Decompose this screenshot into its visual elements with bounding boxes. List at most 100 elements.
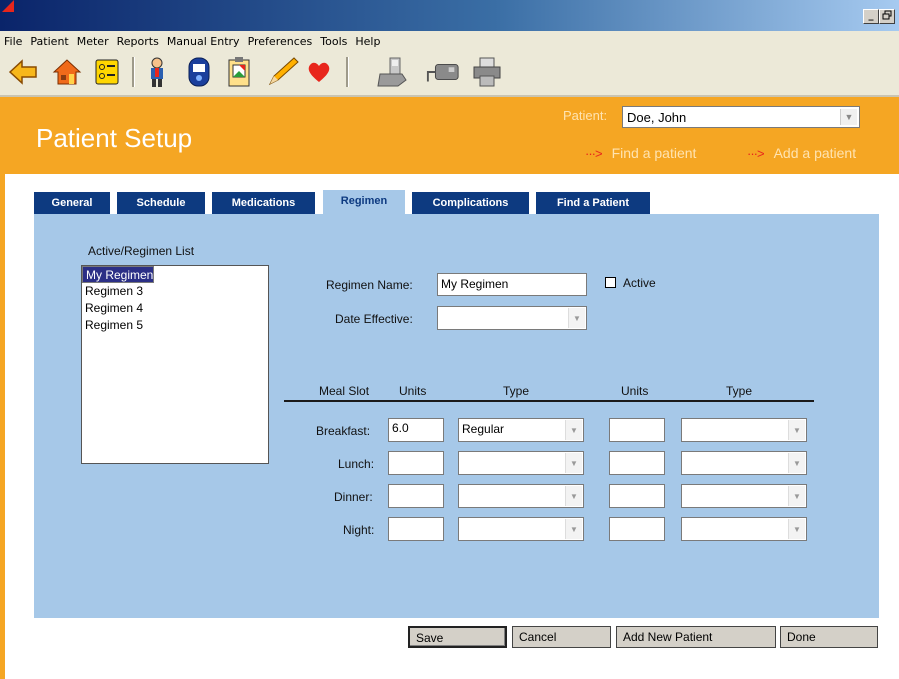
chevron-down-icon[interactable]: ▼ — [788, 420, 805, 440]
chevron-down-icon[interactable]: ▼ — [788, 453, 805, 473]
tab-complications[interactable]: Complications — [412, 192, 529, 214]
menu-reports[interactable]: Reports — [113, 35, 163, 48]
pencil-icon[interactable] — [266, 55, 300, 89]
back-arrow-icon[interactable] — [6, 55, 40, 89]
tab-schedule[interactable]: Schedule — [117, 192, 205, 214]
toolbar — [0, 51, 899, 97]
regimen-list-title: Active/Regimen List — [88, 244, 195, 258]
tab-regimen[interactable]: Regimen — [323, 190, 405, 214]
tab-general[interactable]: General — [34, 192, 110, 214]
breakfast-units-1-input[interactable]: 6.0 — [388, 418, 444, 442]
table-divider — [284, 400, 814, 402]
hand-device-icon[interactable] — [376, 55, 410, 89]
patient-label: Patient: — [563, 108, 608, 123]
home-icon[interactable] — [50, 55, 84, 89]
breakfast-units-2-input[interactable] — [609, 418, 665, 442]
minimize-button[interactable]: _ — [863, 9, 879, 24]
restore-icon — [882, 10, 892, 20]
meal-slot-lunch-label: Lunch: — [338, 457, 375, 471]
restore-button[interactable] — [879, 9, 895, 24]
window-controls: _ — [863, 9, 895, 24]
regimen-name-input[interactable]: My Regimen — [437, 273, 587, 296]
regimen-name-label: Regimen Name: — [326, 278, 413, 292]
night-units-2-input[interactable] — [609, 517, 665, 541]
menu-preferences[interactable]: Preferences — [244, 35, 317, 48]
dinner-type-2-select[interactable]: ▼ — [681, 484, 807, 508]
night-units-1-input[interactable] — [388, 517, 444, 541]
title-bar: _ — [0, 0, 899, 31]
chevron-down-icon[interactable]: ▼ — [565, 420, 582, 440]
tab-medications[interactable]: Medications — [212, 192, 315, 214]
chevron-down-icon[interactable]: ▼ — [568, 308, 585, 328]
toolbar-separator — [132, 57, 135, 87]
chevron-down-icon[interactable]: ▼ — [788, 486, 805, 506]
header-meal-slot: Meal Slot — [319, 384, 370, 398]
menu-file[interactable]: File — [0, 35, 26, 48]
meal-slot-night-label: Night: — [343, 523, 375, 537]
breakfast-type-2-select[interactable]: ▼ — [681, 418, 807, 442]
menu-meter[interactable]: Meter — [73, 35, 113, 48]
chevron-down-icon[interactable]: ▼ — [565, 519, 582, 539]
header-units-1: Units — [399, 384, 427, 398]
regimen-name-value: My Regimen — [441, 277, 509, 291]
breakfast-type-1-value: Regular — [462, 422, 505, 436]
lunch-type-1-select[interactable]: ▼ — [458, 451, 584, 475]
chevron-down-icon[interactable]: ▼ — [840, 109, 857, 125]
cancel-button[interactable]: Cancel — [512, 626, 611, 648]
heart-icon[interactable] — [302, 55, 336, 89]
patient-select-value: Doe, John — [627, 110, 687, 125]
done-button[interactable]: Done — [780, 626, 878, 648]
date-effective-select[interactable]: ▼ — [437, 306, 587, 330]
lunch-units-1-input[interactable] — [388, 451, 444, 475]
dotted-arrow-icon: ···> — [585, 146, 603, 161]
meal-slot-dinner-label: Dinner: — [334, 490, 373, 504]
add-new-patient-button[interactable]: Add New Patient — [616, 626, 776, 648]
chevron-down-icon[interactable]: ▼ — [565, 453, 582, 473]
breakfast-type-1-select[interactable]: Regular ▼ — [458, 418, 584, 442]
list-item[interactable]: Regimen 5 — [82, 317, 268, 334]
patient-select[interactable]: Doe, John ▼ — [622, 106, 860, 128]
meter-icon[interactable] — [182, 55, 216, 89]
app-icon — [2, 0, 14, 12]
list-item[interactable]: Regimen 4 — [82, 300, 268, 317]
add-patient-link[interactable]: ···> Add a patient — [747, 145, 856, 161]
chevron-down-icon[interactable]: ▼ — [565, 486, 582, 506]
date-effective-label: Date Effective: — [335, 312, 413, 326]
lunch-units-2-input[interactable] — [609, 451, 665, 475]
menu-tools[interactable]: Tools — [316, 35, 351, 48]
person-icon[interactable] — [140, 55, 174, 89]
header-type-1: Type — [503, 384, 530, 398]
page-title: Patient Setup — [36, 123, 193, 153]
header-units-2: Units — [621, 384, 649, 398]
lunch-type-2-select[interactable]: ▼ — [681, 451, 807, 475]
tab-find-a-patient[interactable]: Find a Patient — [536, 192, 650, 214]
list-item[interactable]: Regimen 3 — [82, 283, 268, 300]
dotted-arrow-icon: ···> — [747, 146, 765, 161]
regimen-list[interactable]: My Regimen Regimen 2 Regimen 3 Regimen 4… — [81, 265, 269, 464]
menu-manual-entry[interactable]: Manual Entry — [163, 35, 244, 48]
night-type-2-select[interactable]: ▼ — [681, 517, 807, 541]
list-item-selected[interactable]: My Regimen — [82, 266, 155, 283]
breakfast-units-1-value: 6.0 — [392, 421, 409, 435]
toolbar-separator — [346, 57, 349, 87]
meal-slot-breakfast-label: Breakfast: — [316, 424, 371, 438]
logbook-icon[interactable] — [222, 55, 256, 89]
left-accent-strip — [0, 174, 5, 679]
chevron-down-icon[interactable]: ▼ — [788, 519, 805, 539]
active-checkbox[interactable] — [605, 277, 616, 288]
device-cable-icon[interactable] — [426, 55, 460, 89]
find-patient-link-label: Find a patient — [611, 145, 697, 161]
night-type-1-select[interactable]: ▼ — [458, 517, 584, 541]
dinner-type-1-select[interactable]: ▼ — [458, 484, 584, 508]
dinner-units-1-input[interactable] — [388, 484, 444, 508]
find-patient-link[interactable]: ···> Find a patient — [585, 145, 696, 161]
dinner-units-2-input[interactable] — [609, 484, 665, 508]
printer-icon[interactable] — [470, 55, 504, 89]
menu-help[interactable]: Help — [351, 35, 384, 48]
app-window: _ File Patient Meter Reports Manual Entr… — [0, 0, 899, 679]
list-icon[interactable] — [90, 55, 124, 89]
save-button[interactable]: Save — [408, 626, 507, 648]
menu-patient[interactable]: Patient — [26, 35, 72, 48]
page-header: Patient Setup Patient: Doe, John ▼ ···> F… — [0, 97, 899, 174]
add-patient-link-label: Add a patient — [773, 145, 857, 161]
